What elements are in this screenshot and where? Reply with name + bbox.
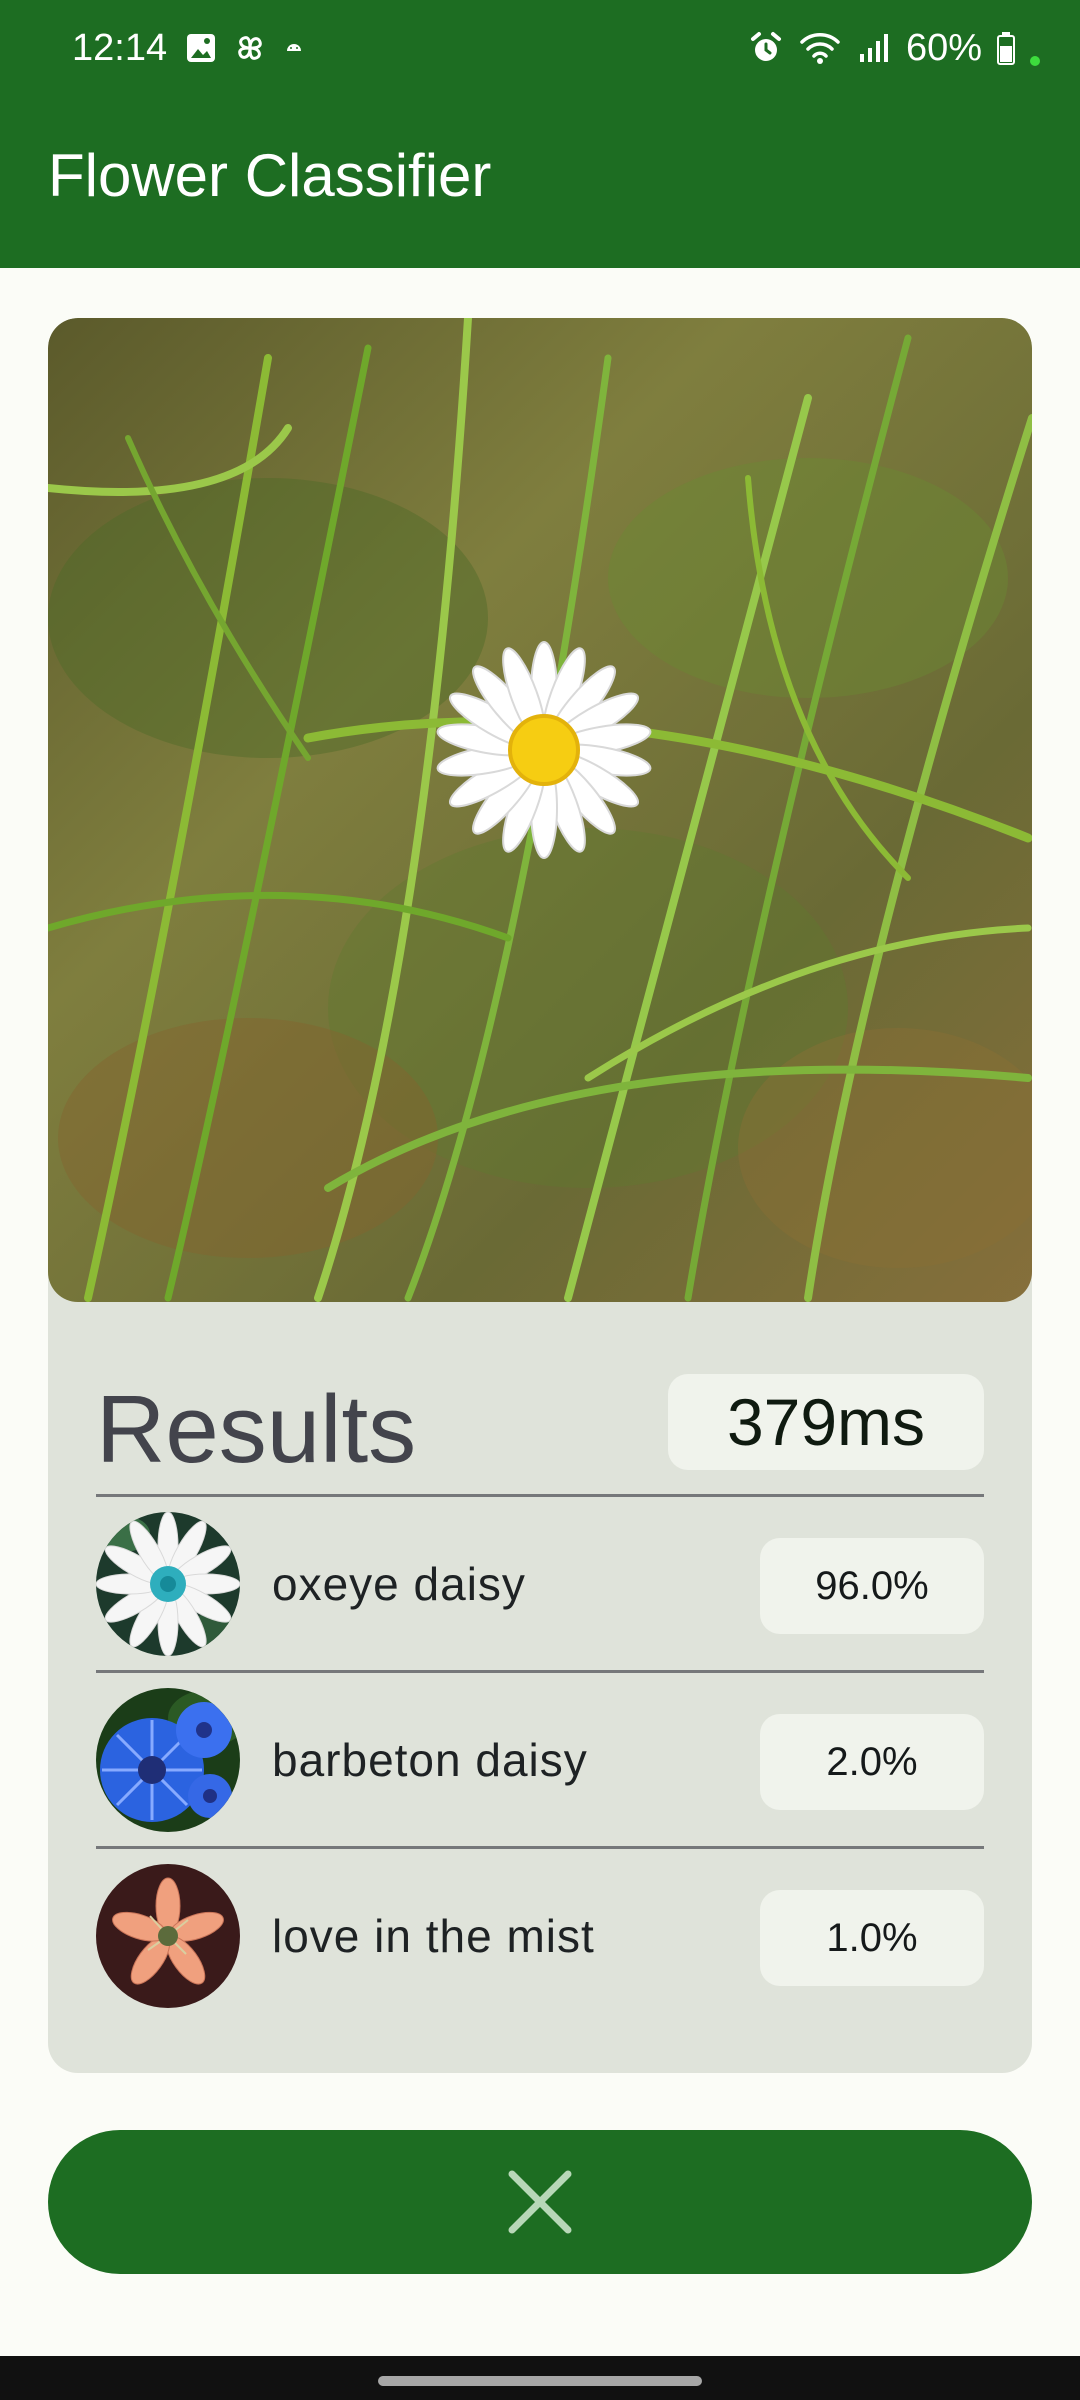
result-label: barbeton daisy [272, 1734, 588, 1786]
status-left-icons [184, 30, 306, 66]
result-label: oxeye daisy [272, 1558, 526, 1610]
pinwheel-icon [238, 36, 262, 60]
classified-photo [48, 318, 1032, 1302]
status-time: 12:14 [72, 27, 168, 69]
alarm-icon [750, 32, 781, 61]
result-row-oxeye-daisy: oxeye daisy 96.0% [96, 1496, 984, 1668]
result-label: love in the mist [272, 1910, 595, 1962]
battery-percentage: 60% [905, 27, 982, 69]
image-icon [187, 34, 215, 62]
signal-icon [859, 34, 888, 62]
privacy-indicator-dot [1030, 56, 1040, 66]
app-bar: 12:14 60% Flower Classifier [0, 0, 1080, 268]
status-right-icons: 60% [748, 24, 1040, 72]
status-bar: 12:14 60% [0, 0, 1080, 96]
android-icon [287, 44, 301, 51]
result-row-barbeton-daisy: barbeton daisy 2.0% [96, 1672, 984, 1844]
result-score-chip: 1.0% [760, 1890, 984, 1986]
result-row-love-in-the-mist: love in the mist 1.0% [96, 1848, 984, 2020]
love-in-the-mist-thumbnail-icon [96, 1864, 240, 2008]
daisy-photo-image [48, 318, 1032, 1302]
app-title: Flower Classifier [48, 142, 492, 209]
barbeton-daisy-thumbnail-icon [96, 1688, 240, 1832]
result-score-chip: 96.0% [760, 1538, 984, 1634]
results-title: Results [96, 1376, 417, 1483]
oxeye-daisy-thumbnail-icon [96, 1512, 240, 1656]
inference-time-chip: 379ms [668, 1374, 984, 1470]
results-card: Results 379ms oxeye daisy 96.0% barbeton… [48, 318, 1032, 2073]
battery-icon [997, 32, 1015, 65]
gesture-handle[interactable] [378, 2376, 702, 2386]
wifi-icon [800, 33, 840, 64]
gesture-navigation-bar [0, 2356, 1080, 2400]
close-button[interactable] [48, 2130, 1032, 2274]
result-score-chip: 2.0% [760, 1714, 984, 1810]
close-icon [508, 2170, 572, 2234]
